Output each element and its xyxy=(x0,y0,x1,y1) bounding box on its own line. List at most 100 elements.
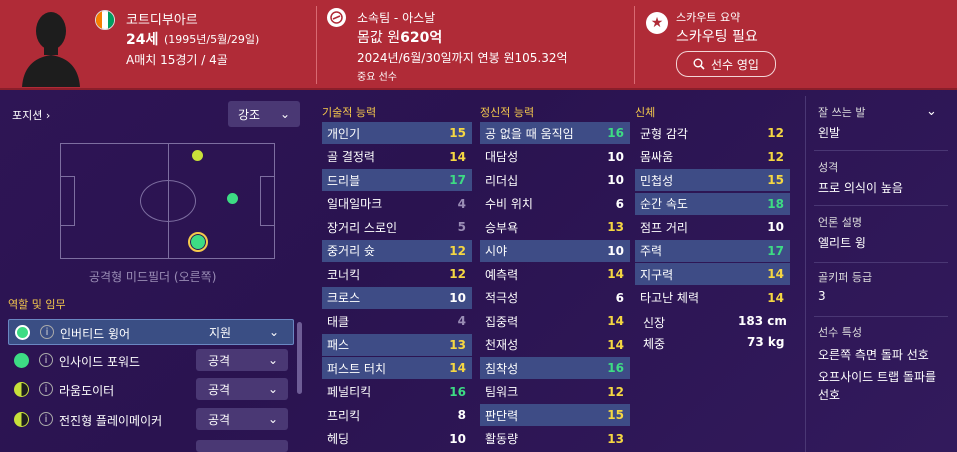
chevron-down-icon[interactable]: ⌄ xyxy=(926,104,937,119)
squad-status: 중요 선수 xyxy=(357,72,397,83)
attribute-row[interactable]: 코너킥 12 xyxy=(322,263,472,285)
attribute-value: 10 xyxy=(607,149,624,164)
role-row[interactable]: i 인사이드 포워드 공격 ⌄ xyxy=(8,348,294,374)
attribute-value: 15 xyxy=(449,126,466,140)
role-row[interactable]: i 인버티드 윙어 지원 ⌄ xyxy=(8,319,294,345)
duty-dropdown[interactable]: 공격 ⌄ xyxy=(196,408,288,430)
duty-label: 공격 xyxy=(208,353,231,368)
info-icon[interactable]: i xyxy=(40,325,54,339)
pitch-left-box xyxy=(61,176,75,226)
attribute-row[interactable]: 수비 위치 6 xyxy=(480,193,630,215)
attribute-row[interactable]: 팀워크 12 xyxy=(480,381,630,403)
goalkeeper-rating-label: 골키퍼 등급 xyxy=(818,271,873,284)
attribute-value: 16 xyxy=(607,126,624,140)
attribute-row[interactable]: 타고난 체력 14 xyxy=(635,287,790,309)
attribute-row[interactable]: 시야 10 xyxy=(480,239,630,262)
attribute-name: 균형 감각 xyxy=(640,126,688,141)
attribute-name: 태클 xyxy=(327,314,350,329)
club-label[interactable]: 소속팀 - 아스날 xyxy=(357,9,435,26)
attribute-row[interactable]: 침착성 16 xyxy=(480,357,630,379)
attribute-row[interactable]: 크로스 10 xyxy=(322,286,472,309)
attribute-row[interactable]: 순간 속도 18 xyxy=(635,192,790,215)
attribute-row[interactable]: 리더십 10 xyxy=(480,169,630,191)
attribute-row[interactable]: 개인기 15 xyxy=(322,122,472,144)
duty-dropdown-partial[interactable] xyxy=(196,440,288,452)
attribute-value: 14 xyxy=(767,267,784,281)
player-header: 코트디부아르 24세 (1995년/5월/29일) A매치 15경기 / 4골 … xyxy=(0,0,957,90)
duty-label: 공격 xyxy=(208,412,231,427)
attribute-name: 드리블 xyxy=(327,173,361,188)
attribute-row[interactable]: 대담성 10 xyxy=(480,146,630,168)
club-crest-icon xyxy=(327,8,346,27)
attribute-row[interactable]: 점프 거리 10 xyxy=(635,216,790,238)
attribute-row[interactable]: 드리블 17 xyxy=(322,169,472,191)
search-icon xyxy=(693,58,705,70)
attribute-value: 17 xyxy=(449,173,466,187)
attribute-row[interactable]: 활동량 13 xyxy=(480,428,630,450)
attribute-row[interactable]: 중거리 슛 12 xyxy=(322,239,472,262)
sign-player-label: 선수 영입 xyxy=(711,57,759,72)
attribute-value: 6 xyxy=(615,290,624,305)
roles-scrollbar[interactable] xyxy=(297,322,302,394)
attribute-row[interactable]: 지구력 14 xyxy=(635,263,790,285)
info-icon[interactable]: i xyxy=(39,412,53,426)
duty-dropdown[interactable]: 공격 ⌄ xyxy=(196,378,288,400)
attribute-row[interactable]: 천재성 14 xyxy=(480,334,630,356)
attribute-row[interactable]: 적극성 6 xyxy=(480,287,630,309)
sign-player-button[interactable]: 선수 영입 xyxy=(676,51,776,77)
duty-dropdown[interactable]: 공격 ⌄ xyxy=(196,349,288,371)
media-description-value: 엘리트 윙 xyxy=(818,236,866,250)
position-link[interactable]: 포지션 › xyxy=(12,107,50,123)
attribute-row[interactable]: 집중력 14 xyxy=(480,310,630,332)
attribute-name: 침착성 xyxy=(485,361,519,376)
attribute-value: 10 xyxy=(607,173,624,187)
role-row[interactable]: i 라움도이터 공격 ⌄ xyxy=(8,377,294,403)
attribute-row[interactable]: 장거리 스로인 5 xyxy=(322,216,472,238)
attribute-row[interactable]: 골 결정력 14 xyxy=(322,146,472,168)
attribute-value: 13 xyxy=(607,431,624,446)
media-description-label: 언론 설명 xyxy=(818,216,862,229)
attribute-row[interactable]: 예측력 14 xyxy=(480,263,630,285)
attribute-row[interactable]: 일대일마크 4 xyxy=(322,193,472,215)
attribute-row[interactable]: 헤딩 10 xyxy=(322,428,472,450)
goalkeeper-rating-value: 3 xyxy=(818,289,826,303)
attribute-row[interactable]: 몸싸움 12 xyxy=(635,146,790,168)
position-dot-amc xyxy=(191,149,204,162)
attribute-row[interactable]: 공 없을 때 움직임 16 xyxy=(480,122,630,144)
attribute-row[interactable]: 퍼스트 터치 14 xyxy=(322,357,472,379)
position-dot-ml xyxy=(226,192,239,205)
attribute-row[interactable]: 페널티킥 16 xyxy=(322,381,472,403)
attribute-row[interactable]: 패스 13 xyxy=(322,333,472,356)
attribute-row[interactable]: 균형 감각 12 xyxy=(635,122,790,144)
attribute-value: 4 xyxy=(457,314,466,328)
technical-title: 기술적 능력 xyxy=(322,106,377,119)
transfer-value-prefix: 몸값 원 xyxy=(357,30,401,46)
attribute-value: 16 xyxy=(449,384,466,399)
attribute-value: 5 xyxy=(457,220,466,234)
attribute-name: 주력 xyxy=(640,244,663,258)
role-row[interactable]: i 전진형 플레이메이커 공격 ⌄ xyxy=(8,407,294,433)
attribute-value: 15 xyxy=(767,173,784,187)
duty-label: 지원 xyxy=(209,325,232,340)
highlight-dropdown[interactable]: 강조 ⌄ xyxy=(228,101,300,127)
duty-dropdown[interactable]: 지원 ⌄ xyxy=(197,321,289,343)
attribute-row[interactable]: 주력 17 xyxy=(635,239,790,262)
attribute-name: 지구력 xyxy=(640,267,674,282)
attribute-name: 적극성 xyxy=(485,291,519,305)
player-birthdate: (1995년/5월/29일) xyxy=(164,33,260,46)
attribute-name: 중거리 슛 xyxy=(327,244,375,258)
attribute-row[interactable]: 승부욕 13 xyxy=(480,216,630,238)
attribute-row[interactable]: 태클 4 xyxy=(322,310,472,332)
attribute-value: 10 xyxy=(607,243,624,258)
attribute-row[interactable]: 민첩성 15 xyxy=(635,169,790,191)
attribute-row[interactable]: 판단력 15 xyxy=(480,404,630,426)
info-icon[interactable]: i xyxy=(39,353,53,367)
attribute-value: 10 xyxy=(449,431,466,446)
attribute-row[interactable]: 프리킥 8 xyxy=(322,404,472,426)
weight-label: 체중 xyxy=(643,337,666,351)
attribute-value: 12 xyxy=(767,126,784,140)
attribute-value: 12 xyxy=(449,267,466,281)
international-caps: A매치 15경기 / 4골 xyxy=(126,53,228,67)
info-icon[interactable]: i xyxy=(39,382,53,396)
attribute-value: 14 xyxy=(449,361,466,375)
